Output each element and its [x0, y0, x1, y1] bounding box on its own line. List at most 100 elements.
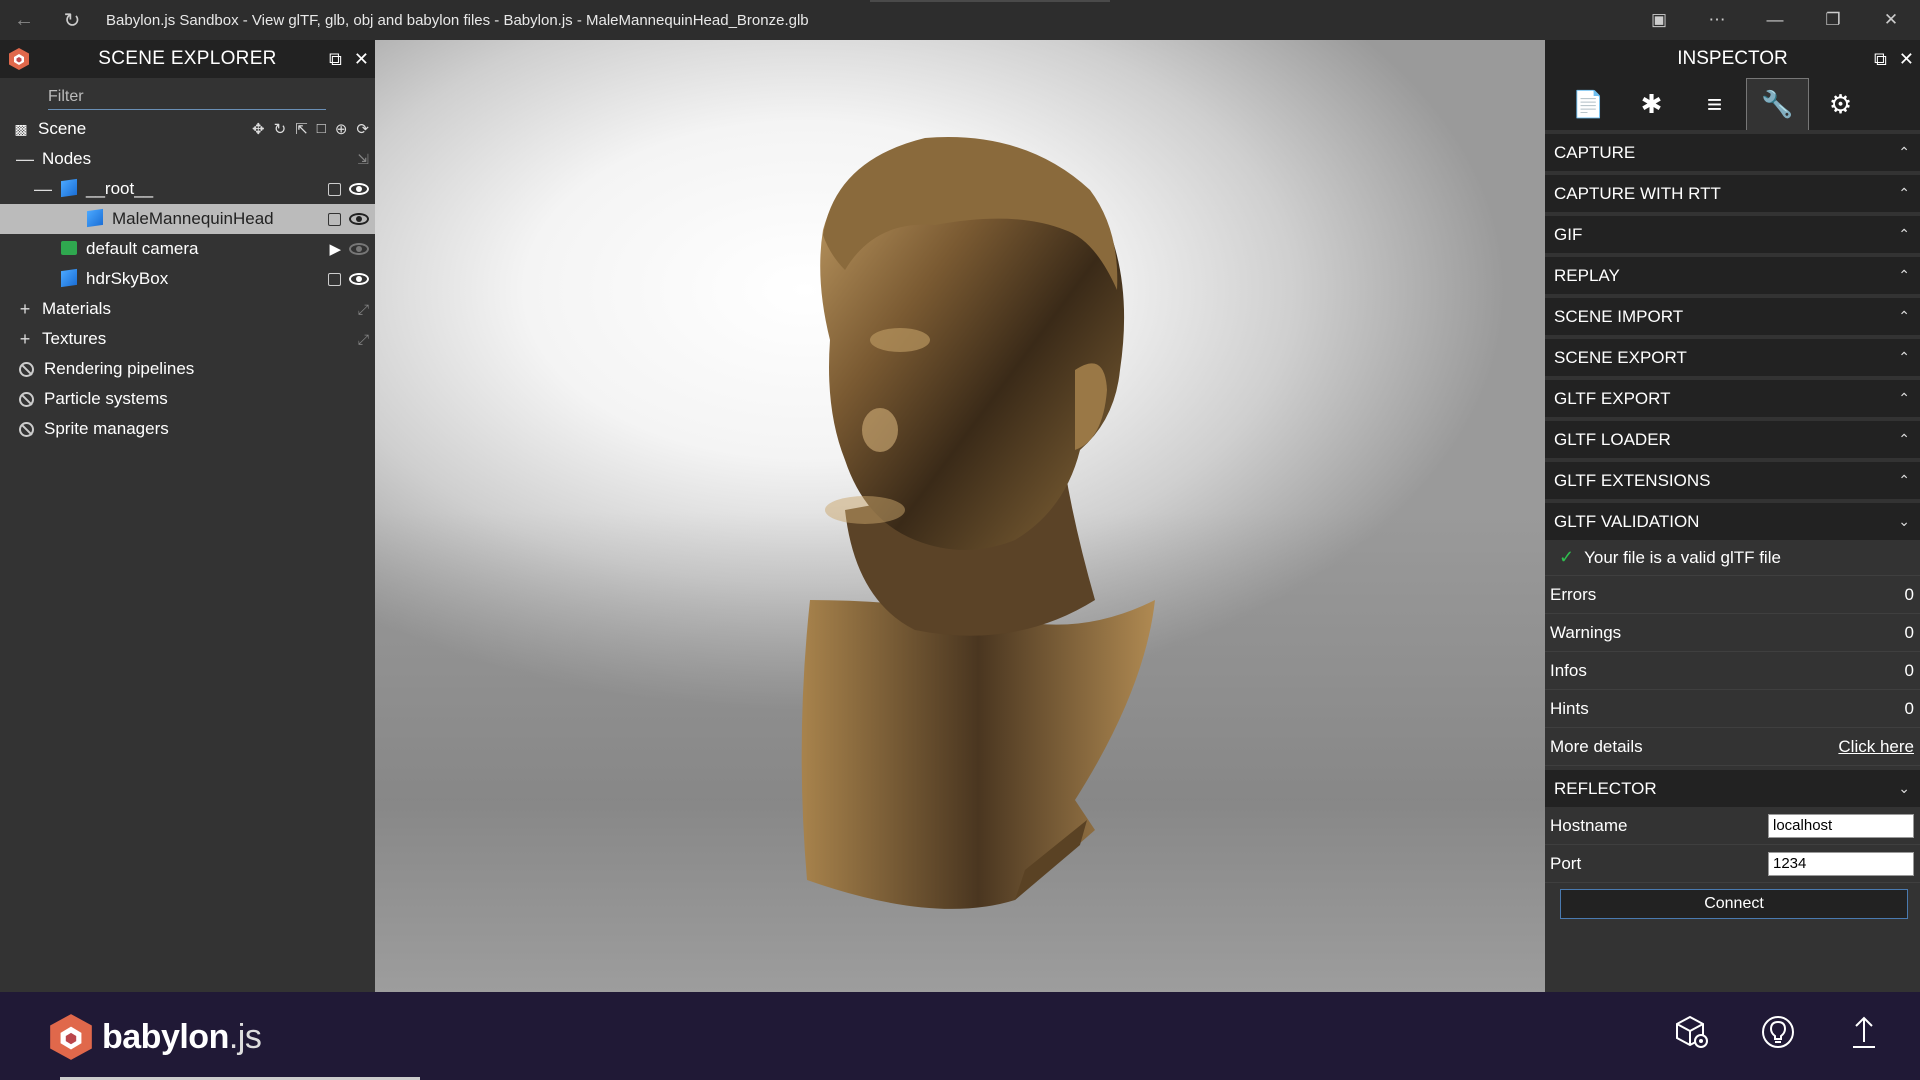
babylon-logo[interactable]: babylon.js [48, 1012, 262, 1062]
section-replay[interactable]: REPLAY ⌃ [1545, 257, 1920, 294]
ban-icon [19, 361, 34, 377]
tab-settings[interactable]: ⚙ [1809, 78, 1872, 130]
tree-row-mesh[interactable]: MaleMannequinHead [0, 204, 375, 234]
filter-input[interactable]: Filter [48, 84, 326, 110]
tab-tools[interactable]: 🔧 [1746, 78, 1809, 130]
tree-row-scene[interactable]: ▩ Scene ✥ ↻ ⇱ □ ⊕ ⟳ [0, 114, 375, 144]
section-gltf-extensions[interactable]: GLTF EXTENSIONS ⌃ [1545, 462, 1920, 499]
tree-row-root[interactable]: — __root__ [0, 174, 375, 204]
expand-all-icon[interactable]: ⤢ [358, 331, 369, 348]
section-reflector[interactable]: REFLECTOR ⌄ [1545, 770, 1920, 807]
tree-row-particles[interactable]: Particle systems [0, 384, 375, 414]
render-canvas[interactable] [375, 40, 1545, 992]
tab-debug[interactable]: ✱ [1620, 78, 1683, 130]
hostname-label: Hostname [1550, 815, 1628, 835]
compress-icon[interactable]: ⇲ [357, 151, 369, 168]
section-gltf-validation[interactable]: GLTF VALIDATION ⌄ [1545, 503, 1920, 540]
scene-label: Scene [38, 119, 87, 138]
tree-row-rendering[interactable]: Rendering pipelines [0, 354, 375, 384]
crosshair-icon[interactable]: ⊕ [335, 120, 348, 138]
close-icon[interactable]: ✕ [354, 49, 369, 70]
port-input[interactable] [1768, 851, 1914, 876]
infos-row: Infos 0 [1545, 652, 1920, 690]
visibility-eye-icon[interactable] [349, 273, 369, 285]
connect-button[interactable]: Connect [1560, 889, 1908, 919]
chevron-up-icon: ⌃ [1898, 308, 1910, 324]
scene-tree: ▩ Scene ✥ ↻ ⇱ □ ⊕ ⟳ — Nodes ⇲ — __root__ [0, 114, 375, 444]
window-title: Babylon.js Sandbox - View glTF, glb, obj… [106, 11, 809, 29]
port-label: Port [1550, 853, 1582, 873]
tree-row-materials[interactable]: + Materials ⤢ [0, 294, 375, 324]
chevron-up-icon: ⌃ [1898, 144, 1910, 160]
validation-message: Your file is a valid glTF file [1584, 547, 1781, 567]
restore-button[interactable]: ❐ [1804, 0, 1862, 40]
hints-label: Hints [1550, 698, 1589, 718]
bounding-checkbox[interactable] [328, 182, 341, 196]
chevron-down-icon: ⌄ [1898, 780, 1910, 796]
inspector-panel: INSPECTOR ⧉ ✕ 📄 ✱ ≡ 🔧 ⚙ CAPTURE ⌃ CAPTURE… [1545, 40, 1920, 992]
collapse-icon[interactable]: — [16, 149, 34, 170]
section-scene-import[interactable]: SCENE IMPORT ⌃ [1545, 298, 1920, 335]
bounding-checkbox[interactable] [328, 272, 341, 286]
mesh-icon [61, 268, 77, 287]
visibility-eye-icon[interactable] [349, 243, 369, 255]
popout-icon[interactable]: ⧉ [329, 49, 342, 70]
section-capture-rtt[interactable]: CAPTURE WITH RTT ⌃ [1545, 175, 1920, 212]
explorer-title: SCENE EXPLORER [98, 48, 277, 69]
section-capture[interactable]: CAPTURE ⌃ [1545, 134, 1920, 171]
scale-gizmo-icon[interactable]: ⇱ [295, 120, 308, 138]
hints-row: Hints 0 [1545, 690, 1920, 728]
more-icon[interactable]: ⋯ [1688, 0, 1746, 40]
collapse-icon[interactable]: — [34, 179, 52, 200]
expand-icon[interactable]: + [16, 329, 34, 350]
tree-row-sprites[interactable]: Sprite managers [0, 414, 375, 444]
close-window-button[interactable]: ✕ [1862, 0, 1920, 40]
expand-all-icon[interactable]: ⤢ [358, 301, 369, 318]
tree-row-camera[interactable]: default camera ▶ [0, 234, 375, 264]
upload-icon[interactable] [1844, 1010, 1884, 1054]
bounding-checkbox[interactable] [328, 212, 341, 226]
tab-statistics[interactable]: ≡ [1683, 78, 1746, 130]
details-link[interactable]: Click here [1838, 737, 1914, 757]
bug-icon: ✱ [1640, 88, 1663, 119]
tree-row-nodes[interactable]: — Nodes ⇲ [0, 144, 375, 174]
video-camera-icon[interactable]: ▶ [329, 240, 341, 258]
rotate-gizmo-icon[interactable]: ↻ [274, 120, 287, 138]
section-gltf-export[interactable]: GLTF EXPORT ⌃ [1545, 380, 1920, 417]
translate-gizmo-icon[interactable]: ✥ [252, 120, 265, 138]
logo-text: babylon.js [102, 1018, 262, 1057]
hostname-input[interactable] [1768, 813, 1914, 838]
visibility-eye-icon[interactable] [349, 183, 369, 195]
refresh-icon[interactable]: ↻ [48, 0, 96, 40]
minimize-button[interactable]: — [1746, 0, 1804, 40]
gear-icon: ⚙ [1828, 88, 1853, 119]
tab-properties[interactable]: 📄 [1557, 78, 1620, 130]
file-icon: 📄 [1572, 88, 1605, 119]
explorer-header: SCENE EXPLORER ⧉ ✕ [0, 40, 375, 78]
more-details-row: More details Click here [1545, 728, 1920, 766]
app-icon[interactable]: ▣ [1630, 0, 1688, 40]
section-gltf-loader[interactable]: GLTF LOADER ⌃ [1545, 421, 1920, 458]
sync-icon[interactable]: ⟳ [356, 120, 369, 138]
tree-row-textures[interactable]: + Textures ⤢ [0, 324, 375, 354]
chevron-up-icon: ⌃ [1898, 349, 1910, 365]
expand-icon[interactable]: + [16, 299, 34, 320]
popout-icon[interactable]: ⧉ [1874, 49, 1887, 70]
back-icon[interactable]: ← [0, 0, 48, 40]
tree-row-skybox[interactable]: hdrSkyBox [0, 264, 375, 294]
section-gif[interactable]: GIF ⌃ [1545, 216, 1920, 253]
section-title: CAPTURE WITH RTT [1554, 183, 1721, 203]
lightbulb-icon[interactable] [1758, 1010, 1798, 1054]
section-scene-export[interactable]: SCENE EXPORT ⌃ [1545, 339, 1920, 376]
environment-settings-icon[interactable] [1672, 1010, 1712, 1054]
bounding-box-icon[interactable]: □ [317, 120, 326, 138]
camera-label: default camera [86, 239, 199, 258]
section-title: CAPTURE [1554, 142, 1636, 162]
particles-label: Particle systems [44, 389, 168, 408]
close-icon[interactable]: ✕ [1899, 49, 1914, 70]
section-title: GLTF LOADER [1554, 429, 1671, 449]
errors-label: Errors [1550, 584, 1597, 604]
camera-icon [61, 240, 77, 255]
skybox-label: hdrSkyBox [86, 269, 169, 288]
visibility-eye-icon[interactable] [349, 213, 369, 225]
